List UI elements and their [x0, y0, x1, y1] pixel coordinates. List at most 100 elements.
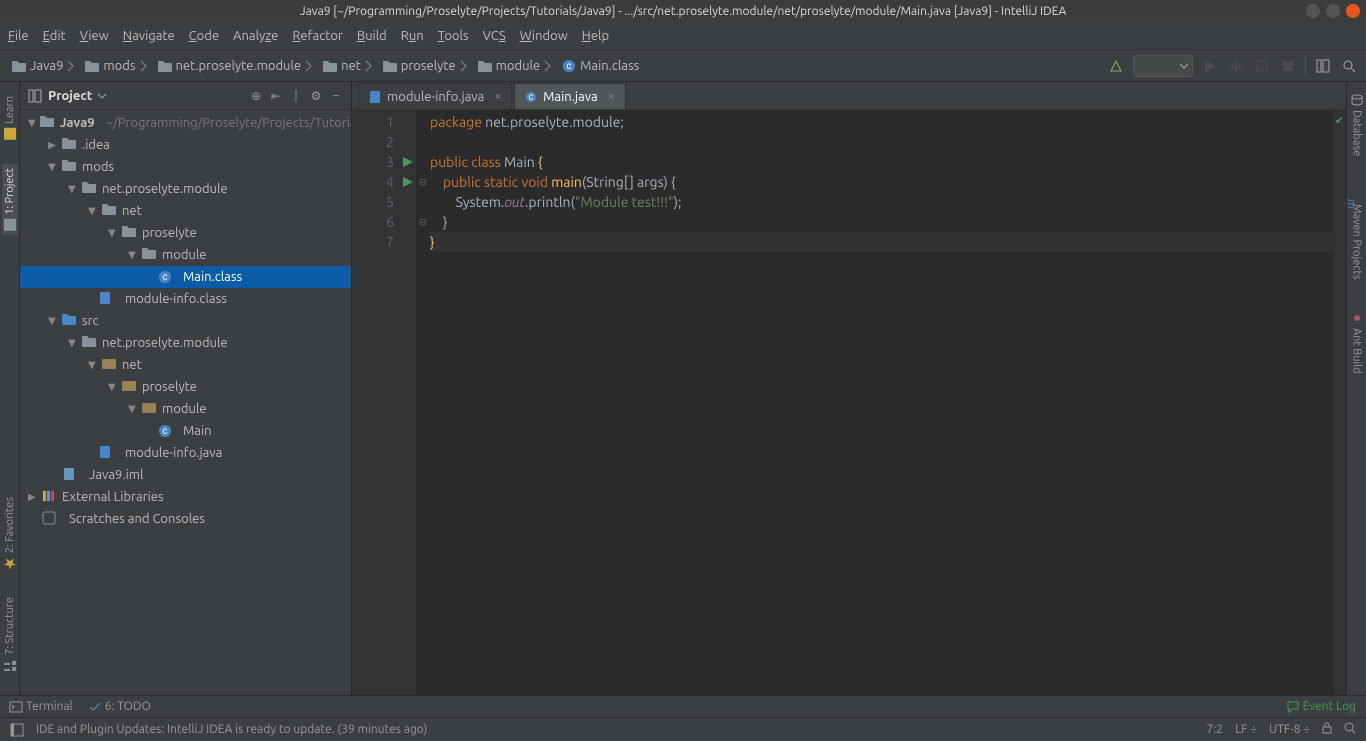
project-tree[interactable]: ▼Java9 ~/Programming/Proselyte/Projects/… — [20, 110, 351, 695]
tree-root[interactable]: ▼Java9 ~/Programming/Proselyte/Projects/… — [20, 112, 351, 134]
file-encoding[interactable]: UTF-8 ÷ — [1269, 723, 1310, 736]
project-panel-title[interactable]: Project — [28, 89, 243, 103]
tree-main-class[interactable]: c Main.class — [20, 266, 351, 288]
learn-icon — [4, 128, 16, 140]
gutter-marks[interactable] — [400, 110, 416, 695]
folder-icon — [122, 225, 138, 241]
line-ending[interactable]: LF ÷ — [1235, 723, 1257, 736]
tab-main-java[interactable]: cMain.java× — [514, 83, 625, 109]
tree-proselyte2[interactable]: ▼proselyte — [20, 376, 351, 398]
chevron-down-icon — [1180, 62, 1188, 70]
tree-scratches[interactable]: Scratches and Consoles — [20, 508, 351, 530]
tree-iml[interactable]: Java9.iml — [20, 464, 351, 486]
caret-position[interactable]: 7:2 — [1207, 723, 1224, 736]
lock-icon[interactable] — [1322, 722, 1332, 737]
crumb-file[interactable]: c Main.class — [558, 57, 643, 75]
menu-edit[interactable]: Edit — [43, 29, 66, 43]
close-tab-icon[interactable]: × — [494, 90, 501, 103]
error-stripe[interactable]: ✔ — [1334, 110, 1346, 695]
close-icon[interactable] — [1346, 4, 1360, 18]
crumb-proselyte[interactable]: proselyte — [379, 57, 472, 75]
menu-build[interactable]: Build — [357, 29, 387, 43]
menu-tools[interactable]: Tools — [438, 29, 469, 43]
tab-todo[interactable]: 6: TODO — [89, 700, 151, 713]
project-panel-header: Project ⊕ ⇤ | ⚙ − — [20, 82, 351, 110]
tree-net2[interactable]: ▼net — [20, 354, 351, 376]
run-gutter-icon[interactable] — [400, 172, 416, 192]
tree-module-info-java[interactable]: module-info.java — [20, 442, 351, 464]
line-gutter[interactable]: 1234567 — [352, 110, 400, 695]
crumb-mods[interactable]: mods — [81, 57, 151, 75]
tab-event-log[interactable]: Event Log — [1287, 700, 1356, 713]
java-file-icon — [369, 91, 381, 103]
tree-proselyte1[interactable]: ▼proselyte — [20, 222, 351, 244]
package-icon — [142, 401, 158, 417]
search-button[interactable] — [1340, 57, 1358, 75]
code-area[interactable]: package net.proselyte.module; public cla… — [430, 110, 1334, 695]
menu-window[interactable]: Window — [520, 29, 568, 43]
menu-code[interactable]: Code — [189, 29, 219, 43]
expand-icon[interactable]: | — [289, 89, 303, 103]
menu-navigate[interactable]: Navigate — [123, 29, 175, 43]
folder-icon — [383, 60, 397, 72]
tree-main[interactable]: c Main — [20, 420, 351, 442]
run-gutter-icon[interactable] — [400, 152, 416, 172]
tree-net1[interactable]: ▼net — [20, 200, 351, 222]
run-button[interactable] — [1201, 57, 1219, 75]
tab-learn[interactable]: Learn — [2, 92, 18, 144]
fold-column[interactable]: ⊟⊟ — [416, 110, 430, 695]
folder-icon — [323, 60, 337, 72]
minimize-icon[interactable] — [1306, 4, 1320, 18]
tree-src[interactable]: ▼src — [20, 310, 351, 332]
crumb-module-dir[interactable]: net.proselyte.module — [154, 57, 318, 75]
stop-button[interactable] — [1279, 57, 1297, 75]
coverage-button[interactable] — [1253, 57, 1271, 75]
tab-ant[interactable]: Ant Build — [1349, 308, 1365, 378]
crumb-module[interactable]: module — [474, 57, 556, 75]
folder-icon — [12, 60, 26, 72]
svg-text:c: c — [163, 272, 168, 283]
tree-mods[interactable]: ▼mods — [20, 156, 351, 178]
tab-module-info[interactable]: module-info.java× — [358, 83, 512, 109]
collapse-icon[interactable]: ⇤ — [269, 89, 283, 103]
tab-structure[interactable]: 7: Structure — [2, 593, 18, 675]
editor-body[interactable]: 1234567 ⊟⊟ package net.proselyte.module;… — [352, 110, 1346, 695]
class-icon: c — [158, 424, 172, 438]
tab-maven[interactable]: mMaven Projects — [1349, 184, 1365, 284]
libraries-icon — [42, 489, 58, 505]
crumb-net[interactable]: net — [319, 57, 377, 75]
tab-favorites[interactable]: 2: Favorites — [2, 493, 18, 573]
maximize-icon[interactable] — [1326, 4, 1340, 18]
run-config-combo[interactable] — [1133, 55, 1193, 77]
tree-ext-libs[interactable]: ▶External Libraries — [20, 486, 351, 508]
chevron-right-icon — [67, 61, 75, 71]
hide-icon[interactable]: − — [329, 89, 343, 103]
menu-help[interactable]: Help — [582, 29, 609, 43]
locate-icon[interactable]: ⊕ — [249, 89, 263, 103]
build-icon[interactable] — [1107, 57, 1125, 75]
debug-button[interactable] — [1227, 57, 1245, 75]
database-icon — [1351, 94, 1363, 106]
tab-terminal[interactable]: Terminal — [10, 700, 73, 713]
tree-module2[interactable]: ▼module — [20, 398, 351, 420]
menu-view[interactable]: View — [80, 29, 109, 43]
tab-database[interactable]: Database — [1349, 90, 1365, 160]
menu-vcs[interactable]: VCS — [483, 29, 506, 43]
menu-run[interactable]: Run — [401, 29, 424, 43]
inspector-icon[interactable] — [1344, 722, 1356, 737]
menu-refactor[interactable]: Refactor — [292, 29, 343, 43]
tree-module-info-class[interactable]: module-info.class — [20, 288, 351, 310]
gear-icon[interactable]: ⚙ — [309, 89, 323, 103]
close-tab-icon[interactable]: × — [608, 90, 615, 103]
toolwindows-icon[interactable] — [10, 723, 24, 737]
tree-idea[interactable]: ▶.idea — [20, 134, 351, 156]
tree-mods-pkg[interactable]: ▼net.proselyte.module — [20, 178, 351, 200]
menu-file[interactable]: File — [8, 29, 29, 43]
crumb-project[interactable]: Java9 — [8, 57, 79, 75]
folder-icon — [478, 60, 492, 72]
project-structure-button[interactable] — [1314, 57, 1332, 75]
tree-src-pkg[interactable]: ▼net.proselyte.module — [20, 332, 351, 354]
tree-module1[interactable]: ▼module — [20, 244, 351, 266]
tab-project[interactable]: 1: Project — [2, 164, 18, 235]
menu-analyze[interactable]: Analyze — [233, 29, 278, 43]
